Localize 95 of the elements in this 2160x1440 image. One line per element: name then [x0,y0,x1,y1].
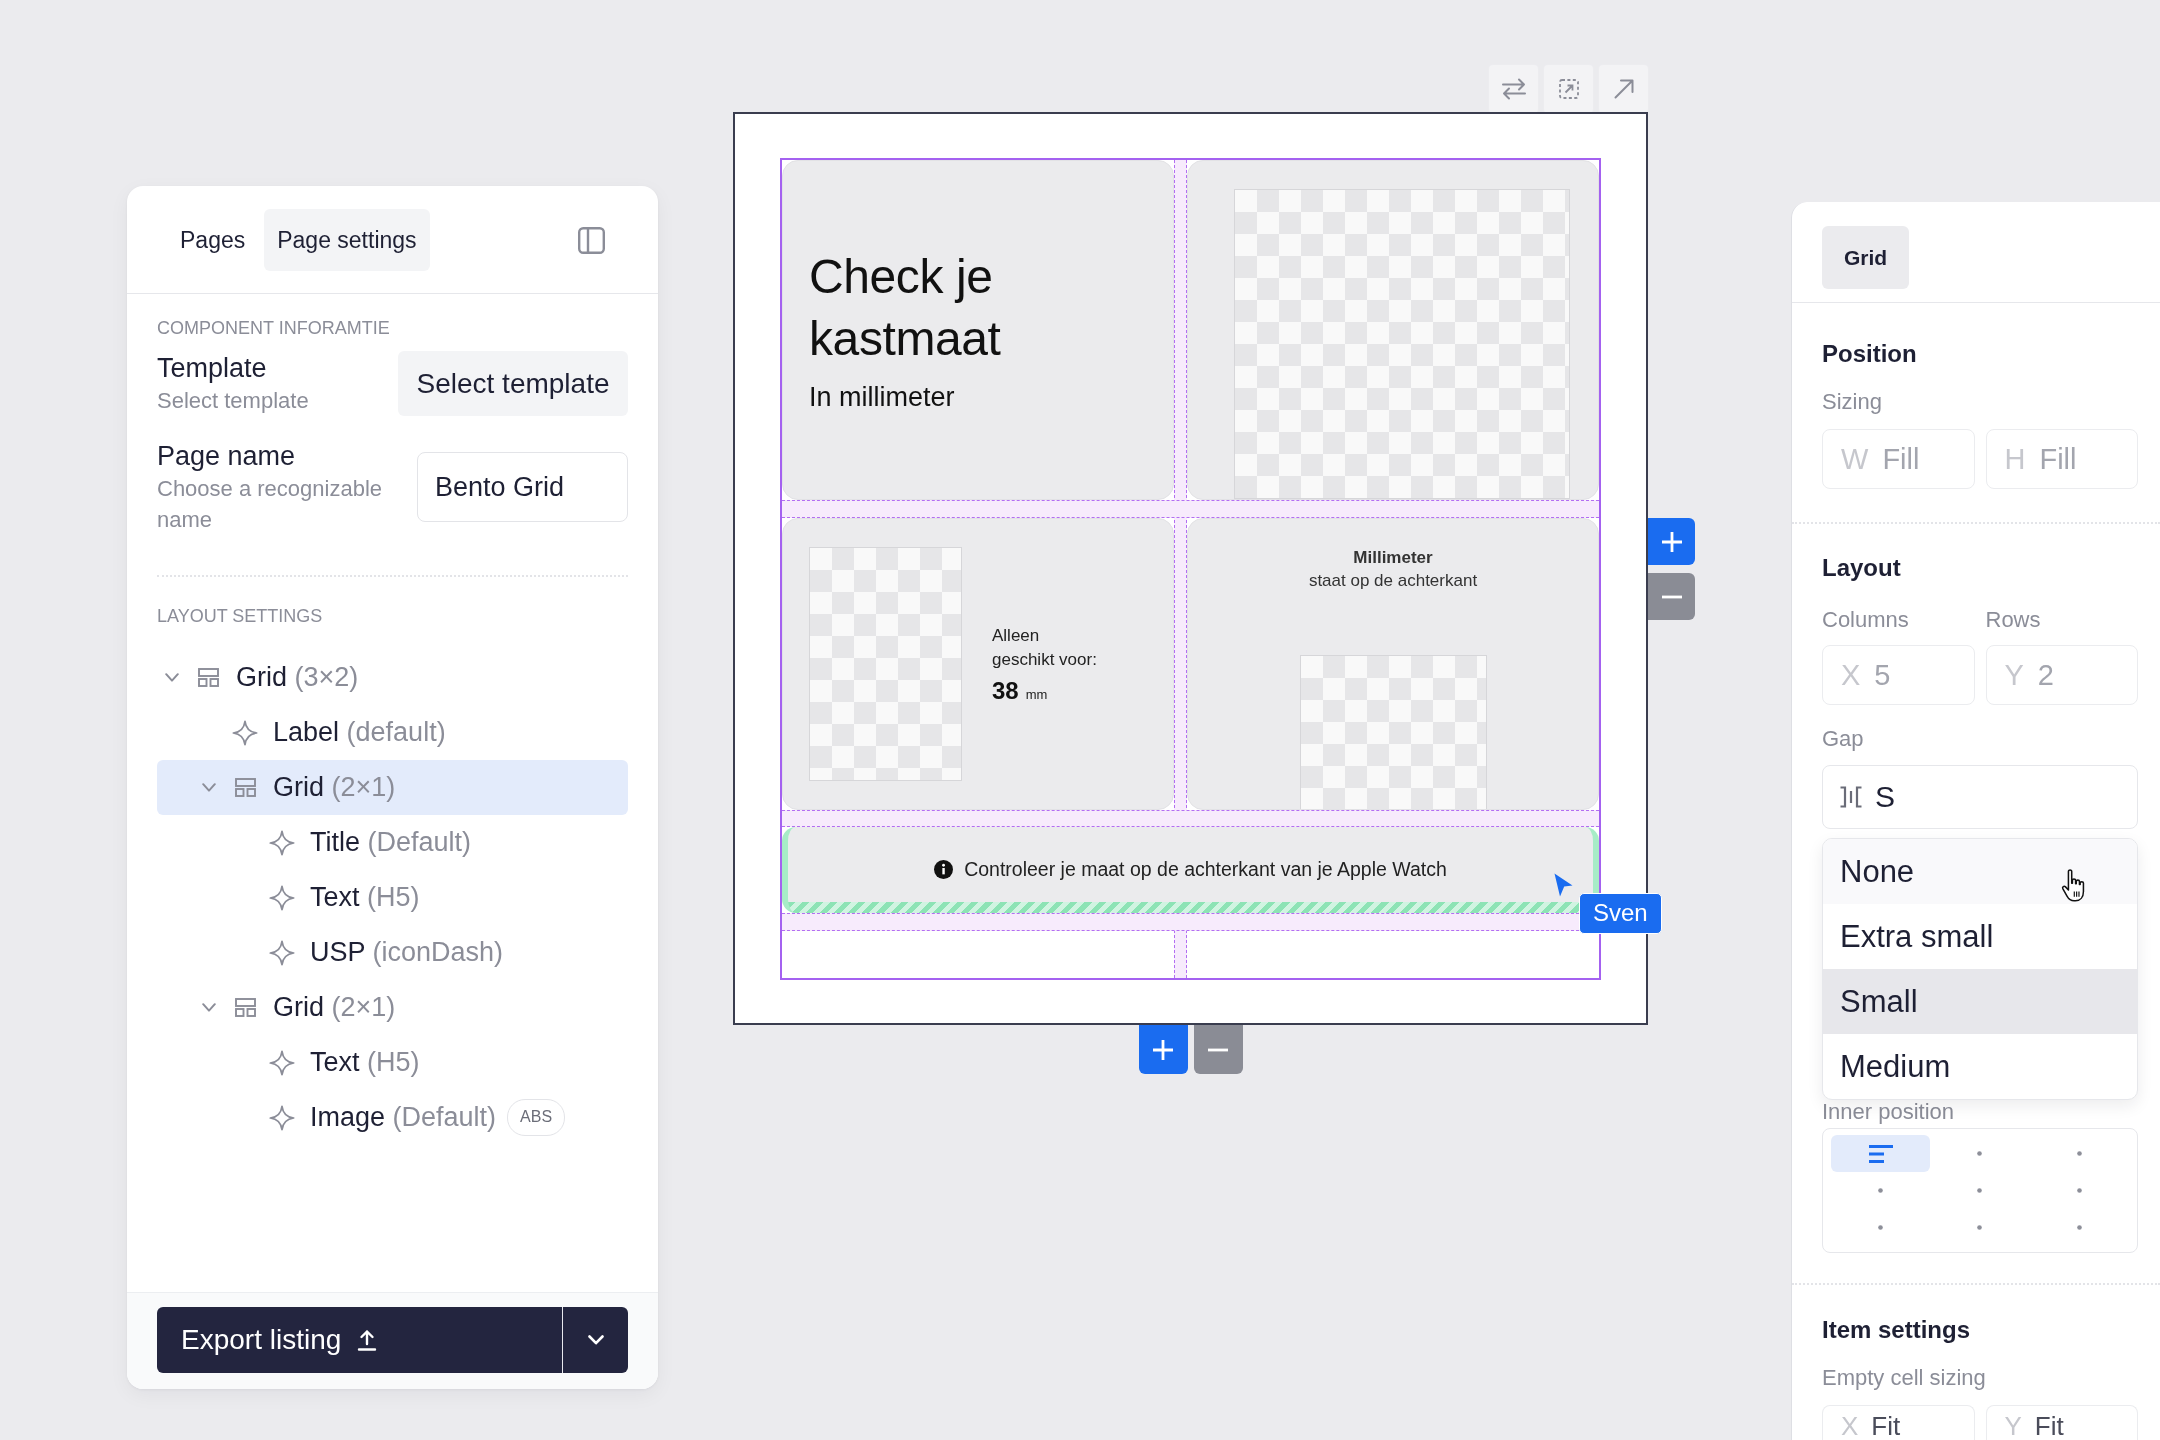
plus-button[interactable] [1648,518,1695,565]
size-unit: mm [1025,686,1048,702]
cell-subtitle: In millimeter [809,381,956,414]
field-label: Inner position [1822,1100,1956,1124]
sparkle-icon [269,884,295,911]
toolbar-button[interactable] [1599,65,1648,113]
dot-icon[interactable] [1977,1151,1983,1156]
dropdown-option[interactable]: Extra small [1823,904,2137,969]
dot-icon[interactable] [1977,1188,1983,1193]
chevron-icon [587,1335,604,1345]
input-field[interactable]: Y Fit [1985,1405,2138,1440]
dropdown-option[interactable]: Small [1823,969,2137,1034]
section-heading: Position [1822,340,1918,368]
minus-button[interactable] [1648,573,1695,620]
toolbar-button[interactable] [1544,65,1593,113]
tree-item[interactable]: Text (H5) [157,1035,628,1090]
cursor-arrow-icon [1554,873,1573,897]
field-description: Choose a recognizable name [157,475,384,534]
tree-item[interactable]: Grid (3×2) [157,650,628,705]
upload-icon [357,1329,378,1351]
section-heading: COMPONENT INFORAMTIE [157,317,391,339]
field-label: Empty cell sizing [1822,1366,1987,1390]
tree-item[interactable]: Grid (2×1) [157,760,628,815]
sparkle-icon [232,719,258,746]
export-menu-button[interactable] [562,1307,628,1373]
input-field[interactable]: X Fit [1822,1405,1975,1440]
minus-icon [1207,1047,1229,1052]
resize-icon [1558,79,1579,99]
tree-item[interactable]: USP (iconDash) [157,925,628,980]
field-label: Sizing [1822,390,1883,414]
dot-icon[interactable] [1878,1188,1884,1193]
dot-icon[interactable] [1878,1225,1884,1230]
export-button[interactable]: Export listing [157,1307,562,1373]
sidebar-toggle-icon[interactable] [578,226,605,254]
field-label: Template [157,352,268,385]
field-description: Select template [157,387,310,415]
minus-icon [1660,594,1683,599]
dropdown-option[interactable]: Medium [1823,1034,2137,1099]
text-input[interactable]: Bento Grid [417,452,628,522]
chevron-icon[interactable] [165,673,179,682]
cell-text: Alleen geschikt voor: [992,624,1098,671]
hand-cursor-icon [2060,868,2086,902]
sparkle-icon [269,829,295,856]
diagonal-arrow-icon [1613,79,1634,99]
tree-item[interactable]: Image (Default) ABS [157,1090,628,1145]
field-prefix: H [2004,443,2026,475]
cell-title: Millimeter [1353,547,1433,569]
cell-text: staat op de achterkant [1308,570,1478,592]
plus-button[interactable] [1138,1025,1188,1074]
tree-item[interactable]: Label (default) [157,705,628,760]
gap-select[interactable]: S [1822,765,2138,829]
banner-text: Controleer je maat op de achterkant van je Apple Watch [964,857,1447,881]
info-icon [934,859,954,879]
tab[interactable]: Pages [167,209,259,271]
align-left-icon [1868,1144,1893,1163]
toolbar-button[interactable] [1489,65,1538,113]
field-label: Columns [1822,608,1910,632]
tab[interactable]: Grid [1822,226,1909,289]
dot-icon[interactable] [2076,1151,2082,1156]
layout-grid-icon [197,668,219,687]
field-prefix: W [1841,443,1869,475]
swap-arrows-icon [1500,78,1527,100]
field-prefix: Y [2004,659,2024,691]
plus-icon [1152,1038,1174,1061]
plus-icon [1660,530,1683,553]
dot-icon[interactable] [1977,1225,1983,1230]
layout-grid-icon [234,998,256,1017]
sparkle-icon [269,939,295,966]
position-option[interactable] [1831,1135,1931,1172]
section-heading: Layout [1822,554,1902,582]
sparkle-icon [269,1104,295,1131]
section-heading: Item settings [1822,1316,1972,1344]
gap-icon [1839,786,1863,808]
field-label: Rows [1985,608,2042,632]
tab[interactable]: Page settings [264,209,430,271]
tree-item[interactable]: Text (H5) [157,870,628,925]
tag-badge: ABS [507,1099,566,1136]
dot-icon[interactable] [2076,1225,2082,1230]
field-prefix: X [1841,659,1861,691]
minus-button[interactable] [1193,1025,1243,1074]
dot-icon[interactable] [2076,1188,2082,1193]
size-value: 38 [992,676,1019,705]
dropdown-option[interactable]: None [1823,839,2137,904]
tree-item[interactable]: Title (Default) [157,815,628,870]
sparkle-icon [269,1049,295,1076]
template-select-button[interactable]: Select template [398,351,628,416]
collaborator-label: Sven [1579,893,1662,934]
layout-grid-icon [234,778,256,797]
field-label: Page name [157,440,297,473]
cell-title: Check je kastmaat [809,249,1002,367]
field-label: Gap [1822,727,1865,751]
section-heading: LAYOUT SETTINGS [157,605,324,627]
tree-item[interactable]: Grid (2×1) [157,980,628,1035]
chevron-icon[interactable] [202,783,216,792]
chevron-icon[interactable] [202,1003,216,1012]
